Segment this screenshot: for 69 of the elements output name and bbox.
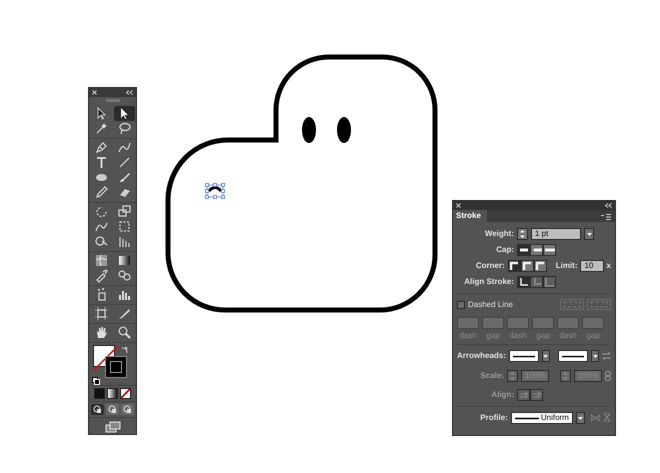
round-option-button[interactable] xyxy=(520,260,534,272)
center-icon xyxy=(518,277,528,287)
bevel-icon xyxy=(535,261,546,271)
none-mode-button[interactable] xyxy=(120,388,131,399)
caret-icon xyxy=(578,416,583,420)
round-icon xyxy=(522,261,532,271)
field-label: Arrowheads: xyxy=(457,350,506,362)
selected-object-drawing[interactable] xyxy=(205,183,225,199)
line-end-icon xyxy=(562,354,584,358)
dropdown-button[interactable] xyxy=(576,412,585,424)
field-label: Align Stroke: xyxy=(463,276,514,288)
caret-icon xyxy=(592,354,598,358)
limit-field[interactable]: 10 xyxy=(580,260,604,272)
dash-field[interactable] xyxy=(582,317,604,329)
outside-icon xyxy=(544,277,554,287)
eye-drawing xyxy=(337,117,351,143)
bevel-option-button[interactable] xyxy=(534,260,547,272)
draw-mode-button[interactable] xyxy=(91,404,104,415)
round-option-button[interactable] xyxy=(530,244,543,256)
dash-field[interactable] xyxy=(532,317,554,329)
field-label: gap xyxy=(585,330,601,342)
field-label: dash xyxy=(558,330,578,342)
stepper-icon[interactable] xyxy=(517,228,528,240)
dropdown-button[interactable] xyxy=(591,350,599,362)
field-label: Profile: xyxy=(479,412,508,424)
miter-icon xyxy=(509,261,520,271)
unit-label: x xyxy=(606,260,611,272)
direct-selection-tool-icon[interactable] xyxy=(114,106,134,121)
field-label: dash xyxy=(458,330,478,342)
dash-field[interactable] xyxy=(457,317,479,329)
panel-tab[interactable]: Stroke xyxy=(453,210,487,222)
eye-drawing xyxy=(302,117,316,143)
field-label: Cap: xyxy=(495,244,514,256)
gradient-mode-button[interactable] xyxy=(107,388,118,399)
screen-mode-button[interactable] xyxy=(104,420,122,434)
dash-field[interactable] xyxy=(482,317,504,329)
miter-option-button[interactable] xyxy=(508,260,521,272)
field-label: gap xyxy=(485,330,501,342)
swap-icon[interactable] xyxy=(121,346,129,354)
field-label: dash xyxy=(508,330,528,342)
stroke-profile-icon xyxy=(514,416,539,420)
color-mode-button[interactable] xyxy=(94,388,105,399)
field-label: Corner: xyxy=(474,260,505,272)
dashed-line-checkbox[interactable] xyxy=(457,301,465,309)
line-end-icon xyxy=(512,354,535,358)
dropdown-button[interactable] xyxy=(542,350,550,362)
caret-icon xyxy=(586,232,592,236)
checkbox-label: Dashed Line xyxy=(468,299,513,311)
field-label: gap xyxy=(535,330,551,342)
grip-icon[interactable] xyxy=(106,99,120,102)
field-label: Scale: xyxy=(479,370,504,382)
arrowhead-field[interactable] xyxy=(508,350,539,362)
draw-mode-button[interactable] xyxy=(121,404,134,415)
draw-mode-button[interactable] xyxy=(106,404,119,415)
field-label: Weight: xyxy=(484,228,514,240)
dash-field[interactable] xyxy=(507,317,529,329)
center-option-button[interactable] xyxy=(517,276,530,288)
field-label: Limit: xyxy=(556,260,578,272)
projecting-option-button[interactable] xyxy=(543,244,556,256)
inside-icon xyxy=(532,277,542,287)
caret-icon xyxy=(543,354,548,358)
dash-field[interactable] xyxy=(557,317,579,329)
arrowhead-field[interactable] xyxy=(558,350,588,362)
weight-field[interactable]: 1 pt xyxy=(531,228,581,240)
butt-option-button[interactable] xyxy=(517,244,530,256)
profile-field[interactable]: Uniform xyxy=(510,412,573,424)
field-label: Align: xyxy=(490,389,514,401)
dropdown-button[interactable] xyxy=(584,228,594,240)
default-colors-icon[interactable] xyxy=(92,377,100,385)
